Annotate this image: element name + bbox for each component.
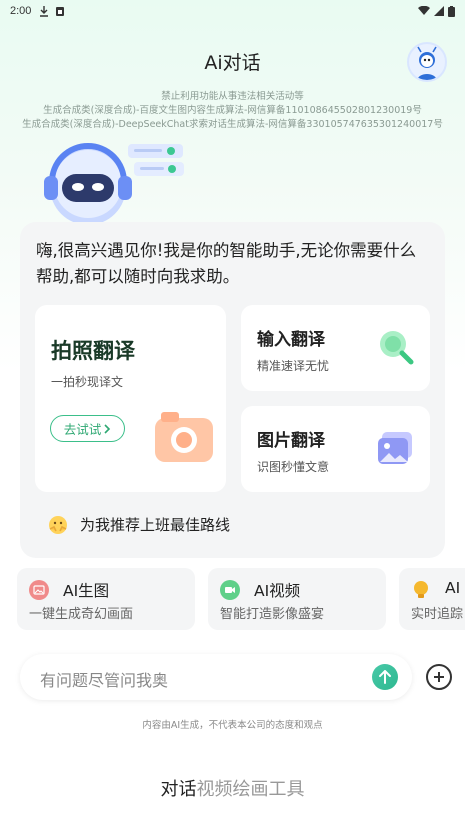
ai-disclaimer: 内容由AI生成，不代表本公司的态度和观点 <box>142 720 323 731</box>
sim-icon <box>56 6 65 16</box>
add-button[interactable] <box>426 664 452 690</box>
status-time: 2:00 <box>10 5 32 17</box>
tab-chat[interactable]: 对话 <box>161 775 197 801</box>
input-translate-title: 输入翻译 <box>257 330 325 350</box>
emoji-hands-icon <box>49 515 67 534</box>
picture-icon <box>29 580 49 600</box>
signal-icon <box>434 6 444 16</box>
feature-ai-more[interactable]: AI 实时追踪 <box>399 568 465 630</box>
feature-row: AI生图 一键生成奇幻画面 AI视频 智能打造影像盛宴 AI 实时追踪 <box>17 568 465 630</box>
plus-icon <box>434 672 444 682</box>
feature-label: AI <box>445 579 461 597</box>
tab-video[interactable]: 视频 <box>197 775 233 801</box>
notice-line: 生成合成类(深度合成)-百度文生图内容生成算法-网信算备110108645502… <box>43 105 422 116</box>
chevron-right-icon <box>104 423 111 434</box>
recommend-text: 为我推荐上班最佳路线 <box>80 516 231 534</box>
feature-desc: 一键生成奇幻画面 <box>29 607 134 622</box>
mascot-avatar-icon <box>417 46 437 80</box>
notice-line: 生成合成类(深度合成)-DeepSeekChat求索对话生成算法-网信算备330… <box>22 119 443 130</box>
chat-input[interactable]: 有问题尽管问我奥 <box>20 654 412 700</box>
download-icon <box>40 5 49 17</box>
bottom-nav: 对话 视频 绘画 工具 <box>0 775 465 801</box>
image-translate-subtitle: 识图秒懂文意 <box>257 460 330 474</box>
photo-translate-card[interactable]: 拍照翻译 一拍秒现译文 去试试 <box>35 305 226 492</box>
video-icon <box>220 580 240 600</box>
avatar[interactable] <box>407 42 447 82</box>
input-translate-card[interactable]: 输入翻译 精准速译无忧 <box>241 305 430 391</box>
image-icon <box>378 432 412 464</box>
tab-drawing[interactable]: 绘画 <box>233 775 269 801</box>
header: Ai对话 <box>0 48 465 75</box>
feature-ai-image[interactable]: AI生图 一键生成奇幻画面 <box>17 568 195 630</box>
magnifier-icon <box>380 331 414 365</box>
notice-line: 禁止利用功能从事违法相关活动等 <box>161 91 304 102</box>
photo-translate-subtitle: 一拍秒现译文 <box>51 375 124 389</box>
assistant-card: 嗨,很高兴遇见你!我是你的智能助手,无论你需要什么帮助,都可以随时向我求助。 拍… <box>20 222 445 558</box>
arrow-up-icon <box>379 670 391 684</box>
photo-translate-title: 拍照翻译 <box>51 339 135 363</box>
bulb-icon <box>411 580 431 600</box>
try-button[interactable]: 去试试 <box>50 415 125 442</box>
feature-label: AI视频 <box>254 582 301 600</box>
try-button-label: 去试试 <box>63 422 102 437</box>
image-translate-title: 图片翻译 <box>257 431 325 451</box>
feature-ai-video[interactable]: AI视频 智能打造影像盛宴 <box>208 568 386 630</box>
image-translate-card[interactable]: 图片翻译 识图秒懂文意 <box>241 406 430 492</box>
feature-desc: 智能打造影像盛宴 <box>220 607 325 622</box>
wifi-icon <box>418 6 430 15</box>
send-button[interactable] <box>372 664 398 690</box>
feature-label: AI生图 <box>63 582 110 600</box>
input-translate-subtitle: 精准速译无忧 <box>257 359 330 373</box>
greeting-text: 嗨,很高兴遇见你!我是你的智能助手,无论你需要什么帮助,都可以随时向我求助。 <box>36 241 417 286</box>
camera-icon <box>155 412 213 462</box>
tab-tools[interactable]: 工具 <box>269 775 305 801</box>
status-bar: 2:00 <box>0 0 465 22</box>
recommend-suggestion[interactable]: 为我推荐上班最佳路线 <box>48 514 230 535</box>
battery-icon <box>448 5 455 17</box>
regulatory-notices: 禁止利用功能从事违法相关活动等 生成合成类(深度合成)-百度文生图内容生成算法-… <box>0 90 465 132</box>
feature-desc: 实时追踪 <box>411 607 464 622</box>
page-title: Ai对话 <box>204 52 261 74</box>
chat-input-placeholder: 有问题尽管问我奥 <box>40 671 169 690</box>
